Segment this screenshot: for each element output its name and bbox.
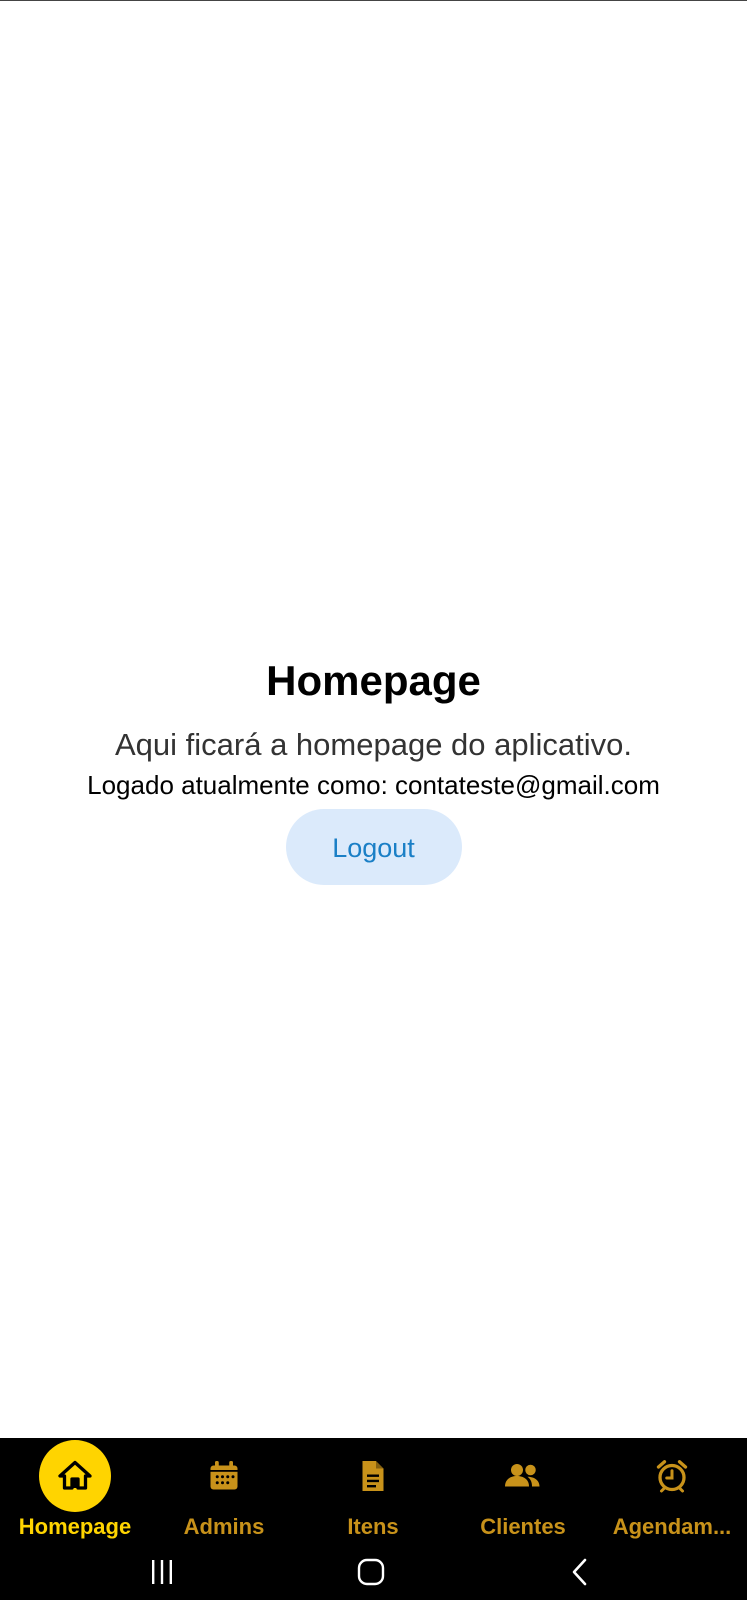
nav-item-homepage[interactable]: Homepage (0, 1438, 150, 1548)
page-subtitle: Aqui ficará a homepage do aplicativo. (115, 727, 632, 762)
nav-label-agendamentos: Agendam... (612, 1514, 732, 1539)
nav-item-itens[interactable]: Itens (298, 1438, 448, 1548)
back-icon[interactable] (541, 1548, 621, 1596)
nav-label-homepage: Homepage (18, 1514, 132, 1539)
nav-label-itens: Itens (347, 1514, 399, 1539)
calendar-icon (188, 1440, 260, 1512)
nav-label-admins: Admins (183, 1514, 265, 1539)
homepage-content: Homepage Aqui ficará a homepage do aplic… (0, 651, 747, 885)
document-icon (337, 1440, 409, 1512)
system-navigation-bar (0, 1548, 747, 1600)
home-button-icon[interactable] (331, 1548, 411, 1596)
nav-item-agendamentos[interactable]: Agendam... (597, 1438, 747, 1548)
logged-in-text: Logado atualmente como: contateste@gmail… (87, 770, 660, 800)
page-title: Homepage (266, 657, 481, 704)
recent-apps-icon[interactable] (122, 1548, 202, 1596)
bottom-bar: Homepage Admins Itens Clientes Agendam..… (0, 1438, 747, 1600)
logout-button[interactable]: Logout (285, 809, 462, 885)
nav-item-clientes[interactable]: Clientes (448, 1438, 598, 1548)
bottom-navigation: Homepage Admins Itens Clientes Agendam..… (0, 1438, 747, 1548)
nav-label-clientes: Clientes (480, 1514, 566, 1539)
nav-item-admins[interactable]: Admins (149, 1438, 299, 1548)
alarm-clock-icon (636, 1440, 708, 1512)
people-icon (487, 1440, 559, 1512)
home-icon (39, 1440, 111, 1512)
app-screen: Homepage Aqui ficará a homepage do aplic… (0, 0, 747, 1600)
